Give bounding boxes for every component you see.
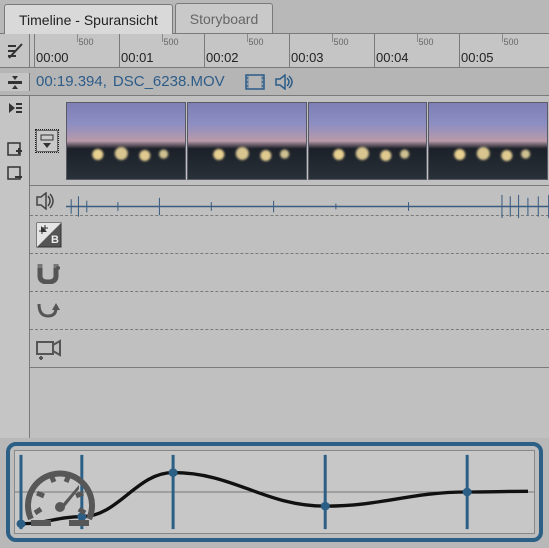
fx-b-icon: B: [36, 222, 62, 248]
ruler-tick-label: 00:01: [121, 50, 154, 65]
left-toolbar: [0, 96, 30, 438]
speed-envelope-panel[interactable]: [6, 442, 543, 542]
speaker-icon: [36, 192, 58, 210]
video-track-header-button[interactable]: [36, 130, 58, 152]
curve-arrow-icon: [36, 298, 62, 324]
ruler-tick-major: [204, 34, 205, 67]
audio-track[interactable]: [30, 186, 549, 216]
camera-track[interactable]: [30, 330, 549, 368]
ruler-tick-label: 00:05: [461, 50, 494, 65]
ruler-sub-label: 500: [419, 37, 434, 47]
clip-filename: DSC_6238.MOV: [113, 73, 225, 90]
ruler-sub-label: 500: [79, 37, 94, 47]
clip-timecode: 00:19.394,: [36, 73, 107, 90]
zoom-slash-icon: [6, 42, 24, 60]
magnet-icon: [36, 262, 62, 284]
ruler-sub-label: 500: [334, 37, 349, 47]
tool-add-outline[interactable]: [0, 138, 29, 162]
clip-thumbnail[interactable]: [428, 102, 548, 180]
remove-box-icon: [6, 165, 24, 183]
clip-thumbnail[interactable]: [66, 102, 186, 180]
ruler-tick-label: 00:04: [376, 50, 409, 65]
ruler-tick-minor: [502, 34, 503, 42]
ruler-tick-label: 00:03: [291, 50, 324, 65]
clip-thumbnail[interactable]: [308, 102, 428, 180]
info-left-button[interactable]: [0, 73, 30, 91]
ruler-tick-major: [289, 34, 290, 67]
tabs-bar: Timeline - Spuransicht Storyboard: [0, 0, 549, 34]
ruler-tick-major: [119, 34, 120, 67]
tool-play-section[interactable]: [0, 96, 29, 120]
effects-track[interactable]: B: [30, 216, 549, 254]
ruler-tick-label: 00:00: [36, 50, 69, 65]
ruler-tool-button[interactable]: [0, 34, 30, 67]
insert-track-icon: [6, 73, 24, 91]
snap-track[interactable]: [30, 254, 549, 292]
ruler-tick-minor: [332, 34, 333, 42]
ruler-sub-label: 500: [164, 37, 179, 47]
ruler-tick-minor: [77, 34, 78, 42]
filmstrip-icon: [245, 74, 265, 90]
tool-remove-outline[interactable]: [0, 162, 29, 186]
camera-add-icon: [36, 338, 64, 360]
clip-info-bar: 00:19.394, DSC_6238.MOV: [0, 68, 549, 96]
ruler-tick-label: 00:02: [206, 50, 239, 65]
keyframe-dot[interactable]: [321, 502, 330, 511]
keyframe-dot[interactable]: [169, 468, 178, 477]
ruler-tick-major: [459, 34, 460, 67]
ruler-tick-minor: [417, 34, 418, 42]
ruler-sub-label: 500: [504, 37, 519, 47]
play-section-icon: [6, 99, 24, 117]
ruler-tick-major: [34, 34, 35, 67]
ruler-sub-label: 500: [249, 37, 264, 47]
time-ruler[interactable]: 00:00 500 00:01 500 00:02 500 00:03 500 00:04 500…: [30, 34, 549, 67]
gauge-icon: [21, 459, 99, 537]
video-track[interactable]: [30, 96, 549, 186]
clip-thumbnail[interactable]: [187, 102, 307, 180]
keyframe-dot[interactable]: [463, 488, 472, 497]
tab-timeline[interactable]: Timeline - Spuransicht: [4, 4, 173, 34]
motion-track[interactable]: [30, 292, 549, 330]
ruler-row: 00:00 500 00:01 500 00:02 500 00:03 500 00:04 500…: [0, 34, 549, 68]
svg-text:B: B: [51, 234, 59, 246]
tracks-area: B: [30, 96, 549, 438]
speaker-icon: [275, 74, 295, 90]
ruler-tick-minor: [247, 34, 248, 42]
ruler-tick-major: [374, 34, 375, 67]
add-box-icon: [6, 141, 24, 159]
expand-down-icon: [39, 133, 55, 149]
ruler-tick-minor: [162, 34, 163, 42]
tab-storyboard[interactable]: Storyboard: [175, 3, 273, 33]
